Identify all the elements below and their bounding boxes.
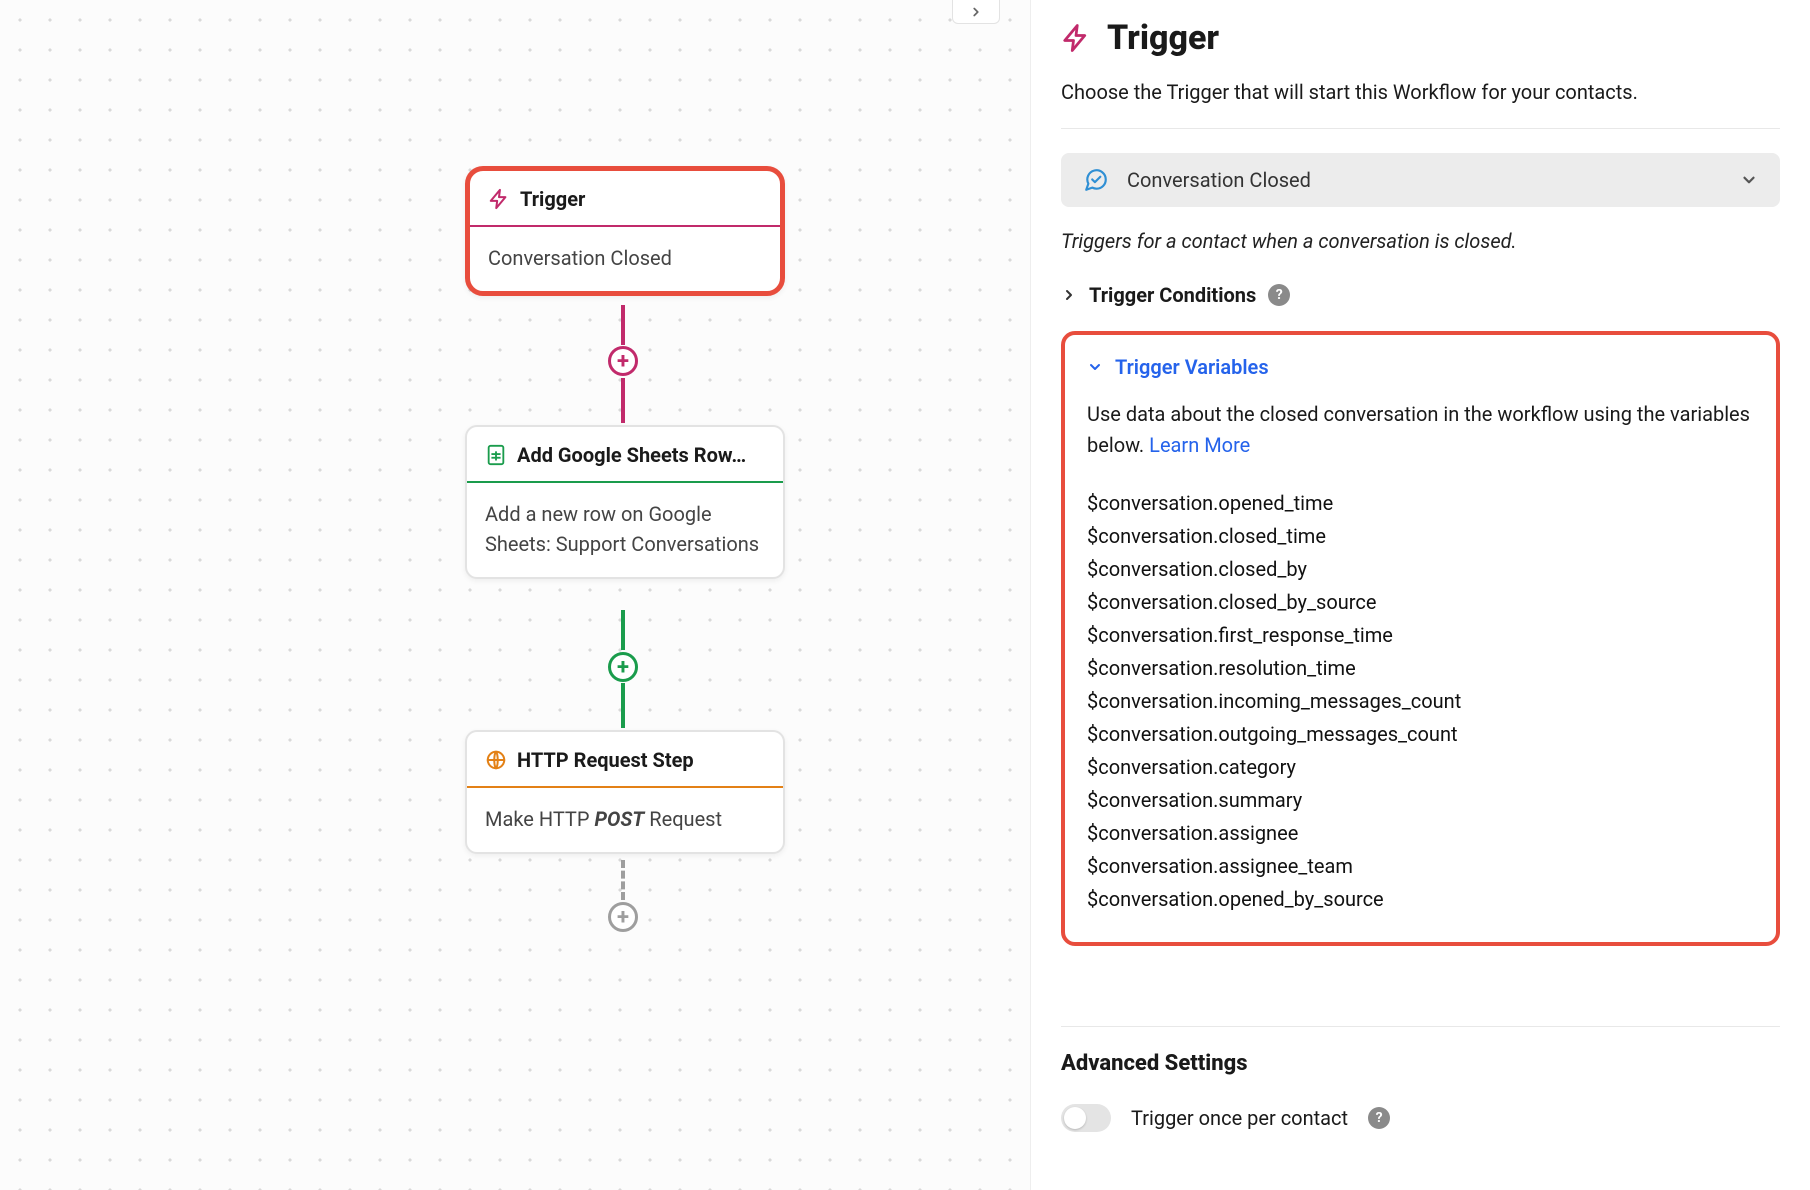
add-step-button[interactable]: + [608,902,638,932]
node-trigger-title: Trigger [520,187,585,211]
variable-item: $conversation.resolution_time [1087,652,1754,685]
connector [621,305,625,345]
node-sheets-title: Add Google Sheets Row… [517,443,746,467]
trigger-conditions-label: Trigger Conditions [1089,283,1256,307]
chevron-down-icon [1087,359,1103,375]
add-step-button[interactable]: + [608,346,638,376]
connector-dashed [621,860,625,900]
help-icon[interactable]: ? [1268,284,1290,306]
advanced-settings-heading: Advanced Settings [1061,1051,1780,1076]
http-prefix: Make HTTP [485,807,594,831]
node-trigger-header: Trigger [470,171,780,227]
conversation-closed-icon [1083,167,1109,193]
variable-item: $conversation.category [1087,751,1754,784]
trigger-variables-section: Trigger Variables Use data about the clo… [1061,331,1780,946]
node-trigger[interactable]: Trigger Conversation Closed [465,166,785,296]
divider [1061,1026,1780,1027]
node-http-subtitle: Make HTTP POST Request [467,788,783,852]
add-step-button[interactable]: + [608,652,638,682]
trigger-variables-toggle[interactable]: Trigger Variables [1087,355,1754,379]
trigger-hint: Triggers for a contact when a conversati… [1061,229,1780,253]
variable-item: $conversation.assignee [1087,817,1754,850]
trigger-config-panel: Trigger Choose the Trigger that will sta… [1030,0,1810,1190]
node-trigger-subtitle: Conversation Closed [470,227,780,291]
variable-item: $conversation.first_response_time [1087,619,1754,652]
node-google-sheets[interactable]: Add Google Sheets Row… Add a new row on … [465,425,785,579]
chevron-right-icon [969,5,983,19]
divider [1061,128,1780,129]
help-icon[interactable]: ? [1368,1107,1390,1129]
connector [621,610,625,650]
variable-item: $conversation.outgoing_messages_count [1087,718,1754,751]
trigger-once-toggle[interactable] [1061,1104,1111,1132]
trigger-select-value: Conversation Closed [1127,168,1311,192]
connector [621,378,625,423]
variable-item: $conversation.opened_time [1087,487,1754,520]
node-sheets-subtitle: Add a new row on Google Sheets: Support … [467,483,783,577]
app-root: Trigger Conversation Closed + Add Google… [0,0,1810,1190]
panel-title: Trigger [1107,18,1219,58]
trigger-variables-description: Use data about the closed conversation i… [1087,399,1754,461]
http-method: POST [594,807,644,831]
node-http-header: HTTP Request Step [467,732,783,788]
variable-item: $conversation.incoming_messages_count [1087,685,1754,718]
trigger-conditions-toggle[interactable]: Trigger Conditions ? [1061,283,1780,307]
trigger-variables-label: Trigger Variables [1115,355,1269,379]
workflow-canvas[interactable]: Trigger Conversation Closed + Add Google… [0,0,1030,1190]
bolt-icon [488,188,510,210]
chevron-down-icon [1740,171,1758,189]
panel-description: Choose the Trigger that will start this … [1061,80,1780,104]
http-suffix: Request [644,807,722,831]
node-http-request[interactable]: HTTP Request Step Make HTTP POST Request [465,730,785,854]
learn-more-link[interactable]: Learn More [1149,433,1250,457]
google-sheets-icon [485,444,507,466]
variable-item: $conversation.closed_by [1087,553,1754,586]
variable-item: $conversation.summary [1087,784,1754,817]
variable-item: $conversation.closed_time [1087,520,1754,553]
variable-item: $conversation.closed_by_source [1087,586,1754,619]
panel-title-row: Trigger [1061,18,1780,58]
http-icon [485,749,507,771]
node-http-title: HTTP Request Step [517,748,694,772]
variable-item: $conversation.opened_by_source [1087,883,1754,916]
bolt-icon [1061,23,1091,53]
chevron-right-icon [1061,287,1077,303]
trigger-once-row: Trigger once per contact ? [1061,1104,1780,1132]
variable-list: $conversation.opened_time$conversation.c… [1087,487,1754,916]
panel-collapse-tab[interactable] [952,0,1000,24]
variable-item: $conversation.assignee_team [1087,850,1754,883]
connector [621,683,625,728]
trigger-select-dropdown[interactable]: Conversation Closed [1061,153,1780,207]
trigger-once-label: Trigger once per contact [1131,1106,1348,1130]
node-sheets-header: Add Google Sheets Row… [467,427,783,483]
